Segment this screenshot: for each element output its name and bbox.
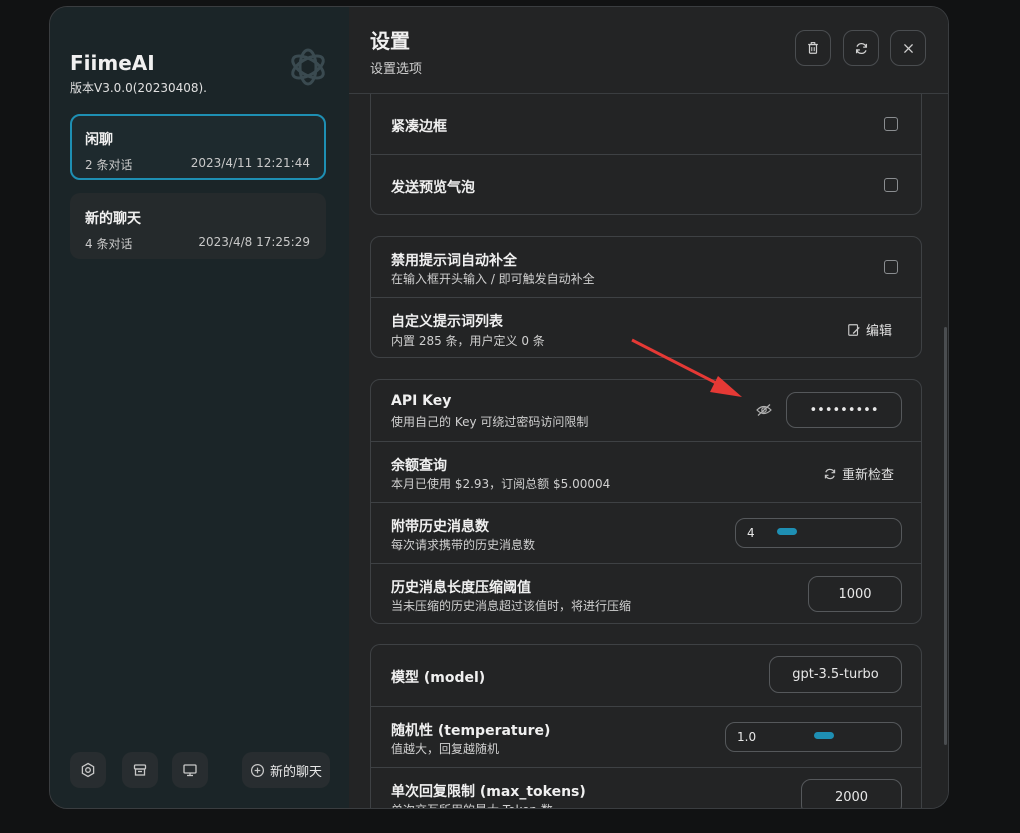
scrollbar[interactable] [944, 327, 947, 745]
reset-button[interactable] [843, 30, 879, 66]
compact-border-checkbox[interactable] [884, 117, 898, 131]
add-icon [250, 763, 265, 777]
setting-temperature: 随机性 (temperature) 值越大，回复越随机 1.0 [371, 706, 921, 767]
chat-count: 2 条对话 [85, 158, 133, 172]
setting-description: 值越大，回复越随机 [391, 742, 500, 756]
api-key-input[interactable]: ••••••••• [786, 392, 902, 428]
edit-prompts-button[interactable]: 编辑 [847, 320, 892, 339]
chat-date: 2023/4/8 17:25:29 [198, 235, 310, 249]
trash-icon [808, 42, 818, 54]
setting-label: 余额查询 [391, 458, 447, 474]
temperature-slider[interactable]: 1.0 [725, 722, 902, 752]
setting-label: 禁用提示词自动补全 [391, 253, 517, 269]
setting-label: 历史消息长度压缩阈值 [391, 580, 531, 596]
setting-history-count: 附带历史消息数 每次请求携带的历史消息数 4 [371, 502, 921, 563]
close-icon [903, 43, 913, 53]
new-chat-button[interactable]: 新的聊天 [242, 752, 330, 788]
setting-label: API Key [391, 393, 452, 409]
compress-threshold-input[interactable]: 1000 [808, 576, 902, 612]
settings-section-prompts: 禁用提示词自动补全 在输入框开头输入 / 即可触发自动补全 自定义提示词列表 内… [370, 236, 922, 358]
slider-value: 4 [747, 526, 755, 540]
settings-panel: 设置 设置选项 紧凑边框 发送预览气泡 禁用提示词自动补全 在输入框开头输入 /… [349, 7, 948, 808]
setting-label: 发送预览气泡 [391, 180, 475, 196]
settings-button[interactable] [70, 752, 106, 788]
clear-data-button[interactable] [795, 30, 831, 66]
mask-store-button[interactable] [122, 752, 158, 788]
setting-description: 在输入框开头输入 / 即可触发自动补全 [391, 272, 595, 286]
max-tokens-input[interactable]: 2000 [801, 779, 902, 808]
new-chat-label: 新的聊天 [269, 764, 322, 780]
setting-compress-threshold: 历史消息长度压缩阈值 当未压缩的历史消息超过该值时，将进行压缩 1000 [371, 563, 921, 624]
setting-disable-autocomplete: 禁用提示词自动补全 在输入框开头输入 / 即可触发自动补全 [371, 237, 921, 298]
chat-count: 4 条对话 [85, 237, 133, 251]
history-count-slider[interactable]: 4 [735, 518, 902, 548]
page-title: 设置 [370, 29, 410, 53]
app-version: 版本V3.0.0(20230408). [70, 81, 207, 95]
setting-label: 模型 (model) [391, 670, 486, 686]
monitor-icon [183, 764, 197, 777]
setting-custom-prompts: 自定义提示词列表 内置 285 条，用户定义 0 条 编辑 [371, 297, 921, 358]
send-preview-checkbox[interactable] [884, 178, 898, 192]
edit-label: 编辑 [866, 324, 893, 339]
setting-description: 单次交互所用的最大 Token 数 [391, 801, 553, 808]
setting-description: 当未压缩的历史消息超过该值时，将进行压缩 [391, 599, 632, 613]
setting-label: 自定义提示词列表 [391, 314, 503, 330]
refresh-icon [824, 468, 836, 479]
eye-icon[interactable] [756, 403, 772, 417]
refresh-icon [855, 42, 867, 54]
recheck-button[interactable]: 重新检查 [823, 464, 894, 483]
sidebar: FiimeAI 版本V3.0.0(20230408). 闲聊 2 条对话 202… [50, 7, 349, 808]
setting-balance: 余额查询 本月已使用 $2.93，订阅总额 $5.00004 重新检查 [371, 441, 921, 502]
display-button[interactable] [172, 752, 208, 788]
edit-icon [848, 323, 860, 336]
close-button[interactable] [890, 30, 926, 66]
settings-section-model: 模型 (model) gpt-3.5-turbo 随机性 (temperatur… [370, 644, 922, 808]
setting-description: 本月已使用 $2.93，订阅总额 $5.00004 [391, 477, 611, 491]
setting-label: 附带历史消息数 [391, 519, 489, 535]
app-title: FiimeAI [70, 51, 155, 75]
setting-label: 单次回复限制 (max_tokens) [391, 784, 586, 800]
gear-icon [81, 762, 95, 778]
setting-description: 内置 285 条，用户定义 0 条 [391, 334, 545, 348]
setting-label: 紧凑边框 [391, 119, 447, 135]
recheck-label: 重新检查 [842, 468, 895, 483]
chat-item[interactable]: 新的聊天 4 条对话 2023/4/8 17:25:29 [70, 193, 326, 259]
setting-compact-border: 紧凑边框 [371, 94, 921, 155]
disable-autocomplete-checkbox[interactable] [884, 260, 898, 274]
slider-thumb[interactable] [777, 528, 797, 535]
slider-value: 1.0 [737, 730, 757, 744]
slider-thumb[interactable] [814, 732, 834, 739]
page-subtitle: 设置选项 [370, 62, 423, 77]
settings-section-api: API Key 使用自己的 Key 可绕过密码访问限制 ••••••••• 余额… [370, 379, 922, 624]
chat-date: 2023/4/11 12:21:44 [190, 156, 310, 170]
setting-model: 模型 (model) gpt-3.5-turbo [371, 645, 921, 706]
store-icon [133, 764, 147, 776]
settings-header: 设置 设置选项 [349, 7, 948, 94]
openai-logo-icon [291, 48, 325, 86]
chat-title: 闲聊 [85, 132, 113, 148]
setting-send-preview: 发送预览气泡 [371, 154, 921, 215]
setting-api-key: API Key 使用自己的 Key 可绕过密码访问限制 ••••••••• [371, 380, 921, 441]
chat-item-active[interactable]: 闲聊 2 条对话 2023/4/11 12:21:44 [70, 114, 326, 180]
model-select[interactable]: gpt-3.5-turbo [769, 656, 902, 693]
chat-title: 新的聊天 [85, 211, 141, 227]
setting-description: 使用自己的 Key 可绕过密码访问限制 [391, 415, 589, 429]
setting-label: 随机性 (temperature) [391, 723, 551, 739]
setting-description: 每次请求携带的历史消息数 [391, 538, 536, 552]
app-window: FiimeAI 版本V3.0.0(20230408). 闲聊 2 条对话 202… [49, 6, 949, 809]
setting-max-tokens: 单次回复限制 (max_tokens) 单次交互所用的最大 Token 数 20… [371, 767, 921, 808]
